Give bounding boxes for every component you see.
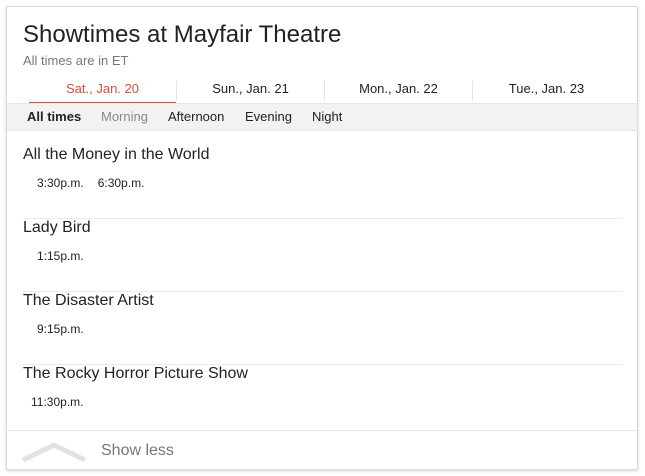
page-title: Showtimes at Mayfair Theatre	[23, 21, 342, 48]
showtimes-list: 11:30p.m.	[31, 395, 97, 409]
movie-item: The Rocky Horror Picture Show 11:30p.m.	[23, 365, 623, 438]
date-tabs: Sat., Jan. 20 Sun., Jan. 21 Mon., Jan. 2…	[7, 79, 637, 104]
filter-morning: Morning	[101, 109, 148, 124]
movie-title[interactable]: Lady Bird	[23, 219, 91, 237]
time-filter-bar: All times Morning Afternoon Evening Nigh…	[7, 103, 637, 131]
movie-item: Lady Bird 1:15p.m.	[23, 219, 623, 292]
movie-title[interactable]: The Rocky Horror Picture Show	[23, 365, 248, 383]
movie-title[interactable]: The Disaster Artist	[23, 292, 154, 310]
showtimes-card: Showtimes at Mayfair Theatre All times a…	[6, 6, 638, 470]
tab-sun-jan-21[interactable]: Sun., Jan. 21	[177, 79, 324, 103]
showtime[interactable]: 6:30p.m.	[98, 176, 145, 190]
show-less-button[interactable]: Show less	[7, 430, 637, 469]
showtime[interactable]: 9:15p.m.	[37, 322, 84, 336]
filter-night[interactable]: Night	[312, 104, 342, 130]
movie-title[interactable]: All the Money in the World	[23, 146, 209, 164]
movie-item: All the Money in the World 3:30p.m. 6:30p…	[23, 146, 623, 219]
show-less-label: Show less	[101, 442, 174, 459]
showtimes-list: 9:15p.m.	[37, 322, 98, 336]
filter-all-times[interactable]: All times	[27, 104, 81, 130]
showtime[interactable]: 3:30p.m.	[37, 176, 84, 190]
movie-item: The Disaster Artist 9:15p.m.	[23, 292, 623, 365]
filter-evening[interactable]: Evening	[245, 104, 292, 130]
chevron-up-icon	[21, 442, 87, 463]
showtimes-list: 1:15p.m.	[37, 249, 98, 263]
timezone-note: All times are in ET	[23, 53, 129, 68]
showtime[interactable]: 11:30p.m.	[31, 395, 83, 409]
filter-afternoon[interactable]: Afternoon	[168, 104, 224, 130]
tab-mon-jan-22[interactable]: Mon., Jan. 22	[325, 79, 472, 103]
tab-tue-jan-23[interactable]: Tue., Jan. 23	[473, 79, 620, 103]
showtime[interactable]: 1:15p.m.	[37, 249, 84, 263]
showtimes-list: 3:30p.m. 6:30p.m.	[37, 176, 158, 190]
tab-sat-jan-20[interactable]: Sat., Jan. 20	[29, 79, 176, 104]
